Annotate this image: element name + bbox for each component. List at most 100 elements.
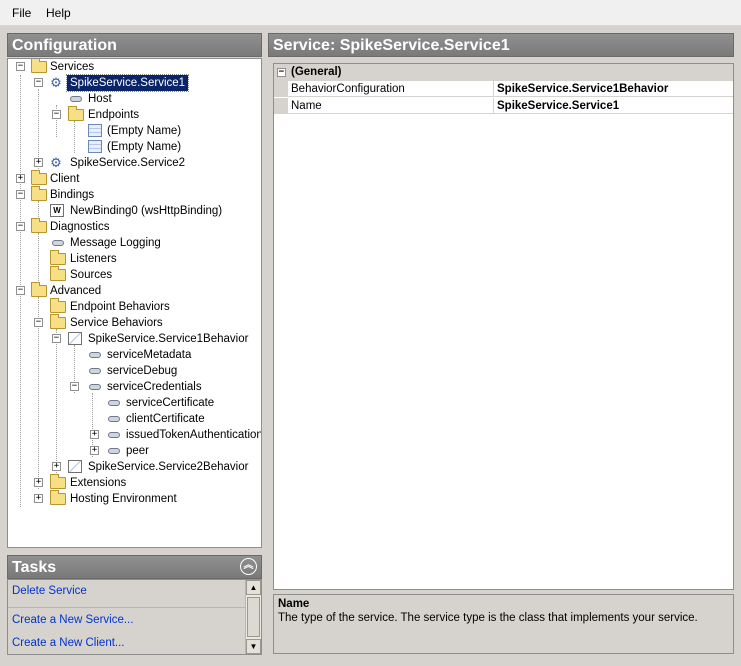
property-value[interactable]: SpikeService.Service1Behavior	[497, 81, 668, 97]
property-row[interactable]: BehaviorConfiguration SpikeService.Servi…	[274, 81, 733, 97]
scroll-thumb[interactable]	[247, 597, 260, 637]
element-icon	[108, 400, 120, 406]
create-client-link[interactable]: Create a New Client...	[12, 637, 125, 649]
tree-node-endpoint[interactable]: (Empty Name)	[8, 139, 258, 155]
service-icon: ⚙	[50, 155, 62, 170]
menu-file[interactable]: File	[12, 6, 31, 20]
tree-node-advanced[interactable]: − Advanced	[8, 282, 258, 299]
property-category[interactable]: − (General)	[274, 64, 733, 81]
tree-node-service-behaviors[interactable]: − Service Behaviors	[8, 314, 258, 331]
menu-help[interactable]: Help	[46, 6, 71, 20]
endpoint-icon	[88, 140, 102, 153]
category-label: (General)	[291, 66, 342, 78]
description-title: Name	[278, 598, 310, 610]
folder-icon	[31, 282, 47, 297]
tree-node-message-logging[interactable]: Message Logging	[8, 235, 258, 251]
tree-label: issuedTokenAuthentication	[126, 429, 262, 441]
collapse-icon[interactable]: −	[16, 190, 25, 199]
tree-node-diagnostics[interactable]: − Diagnostics	[8, 218, 258, 235]
collapse-icon[interactable]: −	[34, 78, 43, 87]
tree-node-extensions[interactable]: + Extensions	[8, 474, 258, 491]
collapse-icon[interactable]: −	[70, 382, 79, 391]
tree-node-host[interactable]: Host	[8, 91, 258, 107]
collapse-chevron-icon[interactable]: ︽	[240, 558, 257, 575]
service-header: Service: SpikeService.Service1	[268, 33, 734, 57]
tree-node-service-credentials[interactable]: − serviceCredentials	[8, 379, 258, 395]
tree-node-service-debug[interactable]: serviceDebug	[8, 363, 258, 379]
expand-icon[interactable]: +	[16, 174, 25, 183]
tree-node-service-metadata[interactable]: serviceMetadata	[8, 347, 258, 363]
folder-icon	[31, 186, 47, 201]
tree-node-endpoint[interactable]: (Empty Name)	[8, 123, 258, 139]
expand-icon[interactable]: +	[90, 430, 99, 439]
folder-icon	[68, 106, 84, 121]
tree-node-service1-behavior[interactable]: − SpikeService.Service1Behavior	[8, 331, 258, 347]
collapse-icon[interactable]: −	[16, 62, 25, 71]
tree-node-service2[interactable]: + ⚙ SpikeService.Service2	[8, 155, 258, 171]
collapse-icon[interactable]: −	[34, 318, 43, 327]
expand-icon[interactable]: +	[34, 158, 43, 167]
expand-icon[interactable]: +	[34, 494, 43, 503]
property-value[interactable]: SpikeService.Service1	[497, 98, 619, 114]
tree-node-hosting-environment[interactable]: + Hosting Environment	[8, 490, 258, 507]
tree-label: Client	[50, 173, 80, 185]
tree-label: serviceMetadata	[107, 349, 192, 361]
tree-node-endpoints[interactable]: − Endpoints	[8, 106, 258, 123]
tree-node-service-certificate[interactable]: serviceCertificate	[8, 395, 258, 411]
tree-label: Extensions	[70, 477, 127, 489]
scroll-up-button[interactable]: ▲	[246, 580, 261, 595]
collapse-icon[interactable]: −	[277, 68, 286, 77]
tree-node-client[interactable]: + Client	[8, 170, 258, 187]
tree-label: serviceCredentials	[107, 381, 202, 393]
behavior-icon	[68, 460, 82, 473]
tree-node-sources[interactable]: Sources	[8, 266, 258, 283]
expand-icon[interactable]: +	[52, 462, 61, 471]
tree-node-service1[interactable]: − ⚙ SpikeService.Service1	[8, 74, 258, 92]
tasks-scrollbar[interactable]: ▲ ▼	[245, 580, 261, 654]
tree-node-binding[interactable]: W NewBinding0 (wsHttpBinding)	[8, 203, 258, 219]
collapse-icon[interactable]: −	[52, 110, 61, 119]
property-grid[interactable]: − (General) BehaviorConfiguration SpikeS…	[273, 63, 734, 590]
collapse-icon[interactable]: −	[16, 222, 25, 231]
tree-label: clientCertificate	[126, 413, 205, 425]
tree-node-endpoint-behaviors[interactable]: Endpoint Behaviors	[8, 298, 258, 315]
tree-node-service2-behavior[interactable]: + SpikeService.Service2Behavior	[8, 459, 258, 475]
configuration-header: Configuration	[7, 33, 262, 57]
tree-label: Service Behaviors	[70, 317, 163, 329]
configuration-title: Configuration	[12, 37, 117, 54]
scroll-down-button[interactable]: ▼	[246, 639, 261, 654]
tree-label: Endpoints	[88, 109, 140, 121]
folder-icon	[50, 250, 66, 265]
delete-service-link[interactable]: Delete Service	[12, 585, 87, 597]
binding-icon: W	[50, 204, 64, 217]
collapse-icon[interactable]: −	[16, 286, 25, 295]
element-icon	[89, 384, 101, 390]
service-title: Service: SpikeService.Service1	[273, 37, 510, 54]
tree-label: Message Logging	[70, 237, 161, 249]
tree-label: Listeners	[70, 253, 117, 265]
tree-node-peer[interactable]: + peer	[8, 443, 258, 459]
expand-icon[interactable]: +	[90, 446, 99, 455]
tree-node-issued-token[interactable]: + issuedTokenAuthentication	[8, 427, 261, 443]
collapse-icon[interactable]: −	[52, 334, 61, 343]
create-service-link[interactable]: Create a New Service...	[12, 614, 133, 626]
behavior-icon	[68, 332, 82, 345]
tasks-header: Tasks ︽	[7, 555, 262, 579]
divider	[8, 607, 248, 608]
configuration-tree[interactable]: − Services − ⚙ SpikeService.Service1 Hos…	[7, 58, 262, 548]
tree-node-listeners[interactable]: Listeners	[8, 250, 258, 267]
tree-label: Hosting Environment	[70, 493, 177, 505]
tree-label: Host	[88, 93, 112, 105]
expand-icon[interactable]: +	[34, 478, 43, 487]
tree-label: Services	[50, 61, 95, 73]
folder-icon	[50, 314, 66, 329]
element-icon	[52, 240, 64, 246]
tree-node-services[interactable]: − Services	[8, 59, 258, 75]
property-row[interactable]: Name SpikeService.Service1	[274, 98, 733, 114]
tree-label: Sources	[70, 269, 113, 281]
tree-node-client-certificate[interactable]: clientCertificate	[8, 411, 258, 427]
tree-label: serviceDebug	[107, 365, 178, 377]
tree-node-bindings[interactable]: − Bindings	[8, 186, 258, 203]
property-name: Name	[291, 98, 494, 113]
endpoint-icon	[88, 124, 102, 137]
